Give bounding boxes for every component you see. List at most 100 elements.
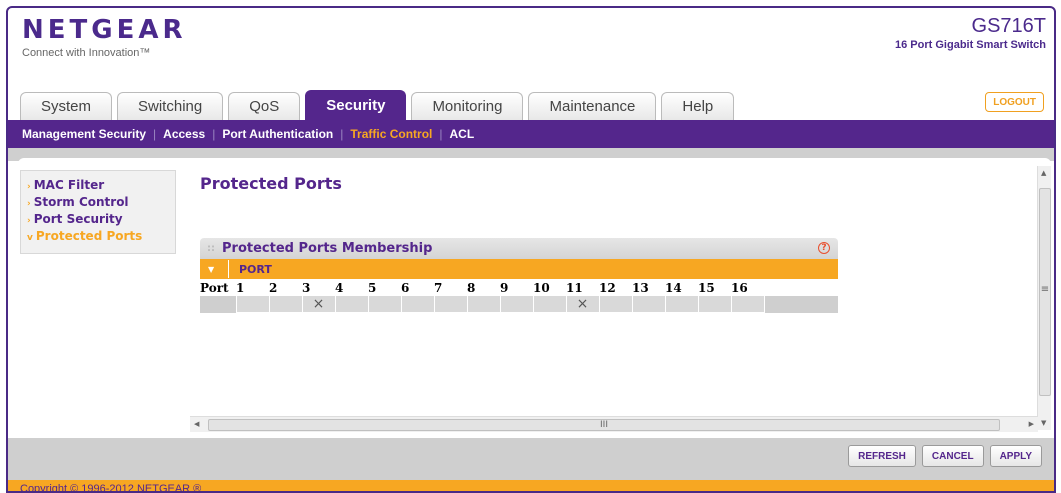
port-toggle-9[interactable] — [499, 295, 534, 313]
row-spacer — [200, 295, 236, 313]
leftnav-item-port-security[interactable]: › Port Security — [27, 212, 169, 229]
port-number-10: 10 — [533, 281, 550, 295]
subnav-separator: | — [340, 127, 344, 141]
port-number-1: 1 — [236, 281, 245, 295]
tab-system[interactable]: System — [20, 92, 113, 120]
leftnav-item-storm-control[interactable]: › Storm Control — [27, 195, 169, 212]
port-header-row: Port 1 2 3 4 5 6 7 8 9 10 11 12 13 14 15 16 — [200, 281, 838, 296]
port-number-7: 7 — [434, 281, 443, 295]
tab-qos[interactable]: QoS — [228, 92, 301, 120]
port-selection-row: × × — [200, 295, 838, 313]
subnav-access[interactable]: Access — [163, 127, 205, 141]
model-description: 16 Port Gigabit Smart Switch — [895, 39, 1046, 51]
help-icon[interactable]: ? — [818, 242, 830, 254]
scroll-right-icon[interactable]: ▶ — [1029, 420, 1034, 428]
leftnav-item-mac-filter[interactable]: › MAC Filter — [27, 178, 169, 195]
app-frame: NETGEAR Connect with Innovation™ GS716T … — [6, 6, 1056, 493]
chevron-right-icon: › — [27, 199, 31, 209]
port-toggle-5[interactable] — [367, 295, 402, 313]
leftnav-item-label: Protected Ports — [35, 229, 143, 243]
tab-switching[interactable]: Switching — [117, 92, 224, 120]
vertical-scroll-thumb[interactable]: ≡ — [1039, 188, 1051, 396]
port-number-4: 4 — [335, 281, 344, 295]
horizontal-scroll-thumb[interactable]: III — [208, 419, 1000, 431]
leftnav-item-label: Storm Control — [33, 195, 129, 209]
port-number-12: 12 — [599, 281, 616, 295]
sub-navigation: Management Security | Access | Port Auth… — [8, 120, 1054, 148]
port-toggle-4[interactable] — [334, 295, 369, 313]
tagline: Connect with Innovation™ — [22, 47, 151, 59]
port-number-11: 11 — [566, 281, 583, 295]
port-toggle-14[interactable] — [664, 295, 699, 313]
subnav-acl[interactable]: ACL — [450, 127, 475, 141]
subnav-separator: | — [439, 127, 443, 141]
tab-help[interactable]: Help — [661, 92, 735, 120]
apply-button[interactable]: APPLY — [989, 445, 1042, 467]
action-buttons: REFRESH CANCEL APPLY — [842, 445, 1042, 467]
port-number-5: 5 — [368, 281, 377, 295]
port-group-label: PORT — [239, 262, 272, 276]
left-navigation: › MAC Filter › Storm Control › Port Securit… — [20, 170, 176, 254]
port-number-9: 9 — [500, 281, 509, 295]
model-info: GS716T 16 Port Gigabit Smart Switch — [895, 16, 1046, 51]
port-group-toggle[interactable]: ▼ — [203, 260, 229, 278]
panel-header: :: Protected Ports Membership ? — [200, 238, 838, 259]
content-area: › MAC Filter › Storm Control › Port Securit… — [18, 158, 1051, 438]
port-number-6: 6 — [401, 281, 410, 295]
port-toggle-10[interactable] — [532, 295, 567, 313]
chevron-right-icon: › — [27, 216, 31, 226]
triangle-down-icon: ▼ — [208, 264, 215, 274]
port-toggle-12[interactable] — [598, 295, 633, 313]
port-toggle-1[interactable] — [235, 295, 270, 313]
port-group-bar: ▼ PORT — [200, 259, 838, 279]
cancel-button[interactable]: CANCEL — [921, 445, 984, 467]
header-filler — [764, 281, 838, 296]
main-tabs: System Switching QoS Security Monitoring… — [20, 90, 739, 120]
chevron-right-icon: › — [27, 182, 31, 192]
horizontal-scrollbar[interactable]: ◀ III ▶ — [190, 416, 1038, 432]
page-title: Protected Ports — [200, 174, 342, 193]
leftnav-item-label: MAC Filter — [33, 178, 105, 192]
port-toggle-11[interactable]: × — [565, 295, 600, 313]
logout-button[interactable]: LOGOUT — [985, 92, 1044, 112]
scroll-up-icon[interactable]: ▲ — [1041, 169, 1046, 177]
panel-title: Protected Ports Membership — [222, 241, 433, 256]
row-filler — [764, 295, 838, 313]
copyright-footer: Copyright © 1996-2012 NETGEAR ® — [8, 480, 1054, 491]
port-header-label: Port — [200, 281, 229, 296]
port-toggle-2[interactable] — [268, 295, 303, 313]
port-toggle-6[interactable] — [400, 295, 435, 313]
port-toggle-16[interactable] — [730, 295, 765, 313]
drag-grip-icon: :: — [207, 243, 215, 254]
port-number-8: 8 — [467, 281, 476, 295]
refresh-button[interactable]: REFRESH — [848, 445, 916, 467]
tab-monitoring[interactable]: Monitoring — [411, 92, 524, 120]
leftnav-item-label: Port Security — [33, 212, 123, 226]
port-toggle-15[interactable] — [697, 295, 732, 313]
subnav-traffic-control[interactable]: Traffic Control — [350, 127, 432, 141]
subnav-management-security[interactable]: Management Security — [22, 127, 146, 141]
port-toggle-7[interactable] — [433, 295, 468, 313]
port-number-16: 16 — [731, 281, 748, 295]
port-number-13: 13 — [632, 281, 649, 295]
brand: NETGEAR Connect with Innovation™ — [22, 16, 187, 59]
subnav-separator: | — [153, 127, 157, 141]
port-toggle-3[interactable]: × — [301, 295, 336, 313]
port-number-15: 15 — [698, 281, 715, 295]
subnav-port-authentication[interactable]: Port Authentication — [222, 127, 333, 141]
leftnav-item-protected-ports[interactable]: v Protected Ports — [27, 229, 169, 246]
scroll-left-icon[interactable]: ◀ — [194, 420, 199, 428]
subnav-separator: | — [212, 127, 216, 141]
port-toggle-8[interactable] — [466, 295, 501, 313]
port-toggle-13[interactable] — [631, 295, 666, 313]
vertical-scrollbar[interactable]: ▲ ≡ ▼ — [1037, 166, 1051, 430]
port-number-3: 3 — [302, 281, 311, 295]
netgear-logo: NETGEAR — [22, 15, 187, 45]
port-number-2: 2 — [269, 281, 278, 295]
port-number-14: 14 — [665, 281, 682, 295]
chevron-down-icon: v — [27, 233, 33, 243]
tab-maintenance[interactable]: Maintenance — [528, 92, 657, 120]
tab-security[interactable]: Security — [305, 90, 407, 120]
scroll-down-icon[interactable]: ▼ — [1041, 419, 1046, 427]
port-membership-table: Port 1 2 3 4 5 6 7 8 9 10 11 12 13 14 15 16 × × — [200, 281, 838, 313]
